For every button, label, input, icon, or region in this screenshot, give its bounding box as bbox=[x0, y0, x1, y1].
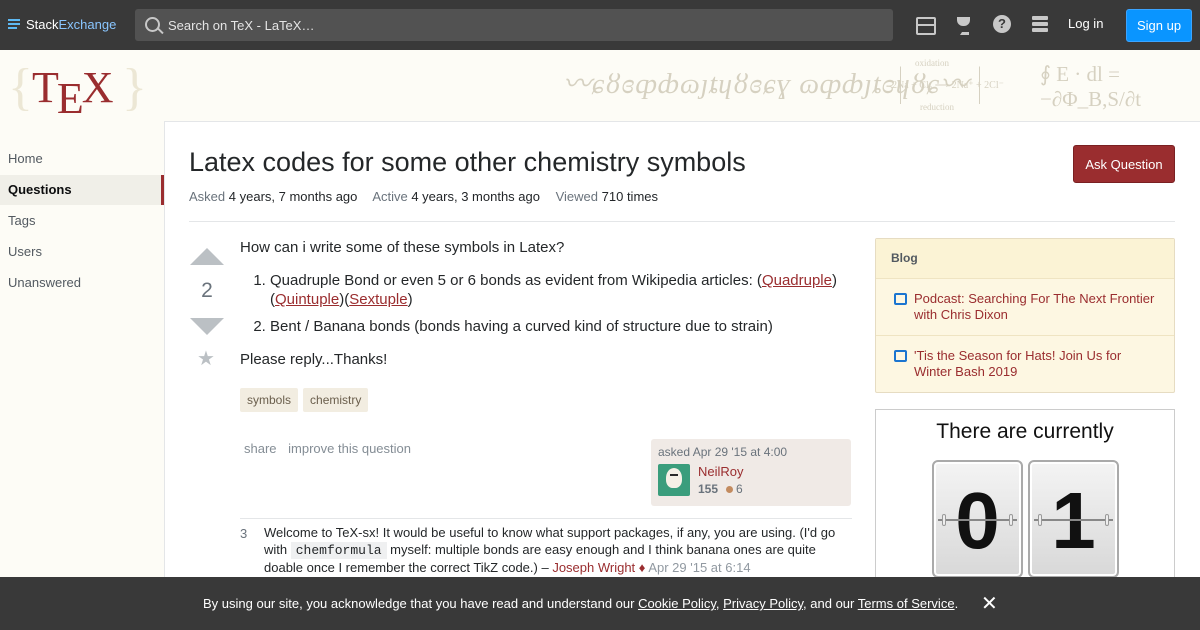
counter-digit: 0 bbox=[932, 460, 1023, 578]
search-input[interactable] bbox=[168, 9, 868, 41]
terms-of-service-link[interactable]: Terms of Service bbox=[858, 596, 955, 611]
question-closing: Please reply...Thanks! bbox=[240, 351, 388, 368]
title-divider bbox=[189, 221, 1175, 222]
logo-wordmark: TEX bbox=[32, 63, 114, 123]
cookie-message: By using our site, you acknowledge that … bbox=[203, 596, 959, 611]
trophy-icon[interactable] bbox=[953, 14, 975, 36]
question-intro: How can i write some of these symbols in… bbox=[240, 239, 565, 256]
question-meta: Asked 4 years, 7 months ago Active 4 yea… bbox=[189, 189, 658, 204]
question-body: How can i write some of these symbols in… bbox=[240, 238, 852, 383]
link-quadruple[interactable]: Quadruple bbox=[762, 272, 832, 289]
question-title[interactable]: Latex codes for some other chemistry sym… bbox=[189, 147, 746, 178]
nav-tags[interactable]: Tags bbox=[0, 206, 164, 236]
logo-exchange-text: Exchange bbox=[58, 17, 117, 32]
cookie-consent-bar: By using our site, you acknowledge that … bbox=[0, 577, 1200, 630]
logo-brace-left: { bbox=[8, 59, 33, 116]
inbox-icon[interactable] bbox=[914, 14, 936, 36]
counter-digit: 1 bbox=[1028, 460, 1119, 578]
comment-date[interactable]: Apr 29 '15 at 6:14 bbox=[648, 560, 750, 575]
tag-list: symbols chemistry bbox=[240, 388, 373, 412]
login-link[interactable]: Log in bbox=[1068, 16, 1103, 31]
comments-divider bbox=[240, 518, 852, 519]
privacy-policy-link[interactable]: Privacy Policy bbox=[723, 596, 803, 611]
help-glyph: ? bbox=[993, 15, 1011, 33]
tag-symbols[interactable]: symbols bbox=[240, 388, 299, 412]
top-bar: StackExchange ? Log in Sign up bbox=[0, 0, 1200, 50]
list-item: Quadruple Bond or even 5 or 6 bonds as e… bbox=[270, 271, 852, 309]
flip-counter-widget: There are currently 0 1 bbox=[875, 409, 1175, 584]
tag-chemistry[interactable]: chemistry bbox=[303, 388, 369, 412]
owner-username[interactable]: NeilRoy bbox=[698, 464, 744, 479]
stackexchange-logo[interactable]: Stack Exchange bbox=[8, 17, 116, 32]
decorative-faraday-formula: ∮ E · dl = −∂Φ_B,S/∂t bbox=[1040, 62, 1142, 111]
share-link[interactable]: share bbox=[244, 441, 277, 456]
bronze-badge-count: 6 bbox=[736, 482, 743, 496]
counter-title: There are currently bbox=[936, 420, 1114, 443]
signup-button[interactable]: Sign up bbox=[1126, 9, 1192, 42]
viewed-label: Viewed bbox=[555, 189, 599, 204]
comment-body: Welcome to TeX-sx! It would be useful to… bbox=[264, 525, 836, 575]
comment-user[interactable]: Joseph Wright ♦ bbox=[552, 560, 645, 575]
left-sidebar: Home Questions Tags Users Unanswered bbox=[0, 121, 164, 630]
comment-code: chemformula bbox=[290, 542, 387, 559]
question-list: Quadruple Bond or even 5 or 6 bonds as e… bbox=[270, 271, 852, 336]
comment-score: 3 bbox=[240, 526, 248, 541]
blog-item[interactable]: Podcast: Searching For The Next Frontier… bbox=[876, 291, 1174, 323]
search-icon bbox=[145, 17, 160, 32]
question-owner-card: asked Apr 29 '15 at 4:00 NeilRoy 155 6 bbox=[651, 439, 851, 506]
nav-home[interactable]: Home bbox=[0, 144, 164, 174]
asked-value: 4 years, 7 months ago bbox=[228, 189, 358, 204]
favorite-star-icon[interactable]: ★ bbox=[197, 346, 215, 371]
decorative-redox-equation: oxidation 2Na + Cl₂ ⟶ 2Na⁺ + 2Cl⁻ reduct… bbox=[892, 58, 1004, 112]
site-switcher-icon[interactable] bbox=[1030, 14, 1052, 36]
asked-label: Asked bbox=[189, 189, 226, 204]
cookie-policy-link[interactable]: Cookie Policy bbox=[638, 596, 716, 611]
logo-brace-right: } bbox=[122, 59, 147, 116]
blog-widget: Blog Podcast: Searching For The Next Fro… bbox=[875, 238, 1175, 393]
post-menu: share improve this question bbox=[244, 441, 419, 456]
logo-stack-text: Stack bbox=[26, 17, 59, 32]
stackexchange-icon bbox=[8, 19, 20, 30]
speech-bubble-icon bbox=[894, 350, 907, 362]
avatar[interactable] bbox=[658, 464, 690, 496]
blog-item[interactable]: 'Tis the Season for Hats! Join Us for Wi… bbox=[876, 348, 1174, 380]
active-label: Active bbox=[372, 189, 408, 204]
search-box[interactable] bbox=[135, 9, 893, 41]
list-item: Bent / Banana bonds (bonds having a curv… bbox=[270, 317, 852, 336]
improve-question-link[interactable]: improve this question bbox=[288, 441, 411, 456]
nav-questions[interactable]: Questions bbox=[0, 175, 164, 205]
speech-bubble-icon bbox=[894, 293, 907, 305]
link-sextuple[interactable]: Sextuple bbox=[349, 291, 407, 308]
nav-users[interactable]: Users bbox=[0, 237, 164, 267]
close-icon[interactable]: ✕ bbox=[981, 591, 998, 616]
active-value[interactable]: 4 years, 3 months ago bbox=[411, 189, 540, 204]
downvote-arrow-icon[interactable] bbox=[190, 318, 224, 335]
owner-asked-date[interactable]: asked Apr 29 '15 at 4:00 bbox=[658, 445, 844, 459]
ask-question-button[interactable]: Ask Question bbox=[1073, 145, 1175, 183]
tex-site-logo[interactable]: { TEX } bbox=[8, 59, 147, 123]
owner-reputation: 155 6 bbox=[698, 482, 743, 496]
blog-heading: Blog bbox=[876, 239, 1174, 279]
viewed-value: 710 times bbox=[601, 189, 659, 204]
help-icon[interactable]: ? bbox=[992, 14, 1014, 36]
vote-count: 2 bbox=[201, 279, 213, 302]
link-quintuple[interactable]: Quintuple bbox=[275, 291, 339, 308]
upvote-arrow-icon[interactable] bbox=[190, 248, 224, 265]
bronze-badge-icon bbox=[726, 486, 734, 493]
nav-unanswered[interactable]: Unanswered bbox=[0, 268, 164, 298]
